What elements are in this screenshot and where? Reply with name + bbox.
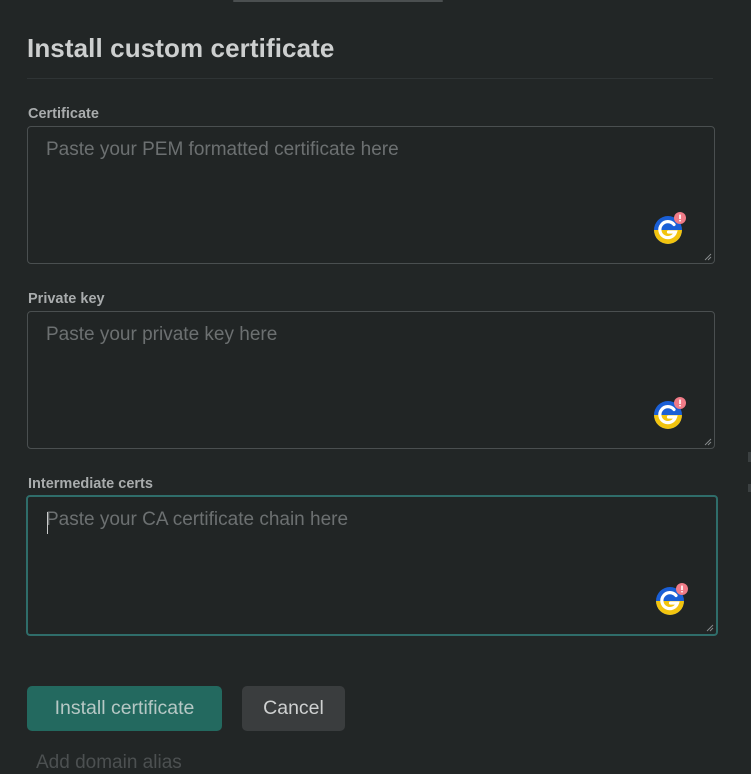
private-key-field-container bbox=[27, 311, 715, 449]
intermediate-certs-textarea[interactable] bbox=[28, 497, 716, 634]
certificate-label: Certificate bbox=[28, 106, 99, 122]
certificate-textarea[interactable] bbox=[28, 127, 714, 263]
text-caret bbox=[47, 512, 48, 534]
intermediate-certs-field-container bbox=[26, 495, 718, 636]
private-key-label: Private key bbox=[28, 291, 105, 307]
grammar-check-icon[interactable] bbox=[654, 397, 686, 429]
resize-grip-icon[interactable] bbox=[704, 253, 712, 261]
title-divider bbox=[27, 78, 713, 79]
resize-grip-icon[interactable] bbox=[706, 624, 714, 632]
grammar-check-icon[interactable] bbox=[656, 583, 688, 615]
install-certificate-button[interactable]: Install certificate bbox=[27, 686, 222, 731]
intermediate-certs-label: Intermediate certs bbox=[28, 476, 153, 492]
dialog-title: Install custom certificate bbox=[27, 33, 335, 63]
certificate-field-container bbox=[27, 126, 715, 264]
install-certificate-dialog: Install custom certificate Certificate P… bbox=[0, 0, 751, 766]
grammar-check-icon[interactable] bbox=[654, 212, 686, 244]
cancel-button[interactable]: Cancel bbox=[242, 686, 345, 731]
resize-grip-icon[interactable] bbox=[704, 438, 712, 446]
private-key-textarea[interactable] bbox=[28, 312, 714, 448]
